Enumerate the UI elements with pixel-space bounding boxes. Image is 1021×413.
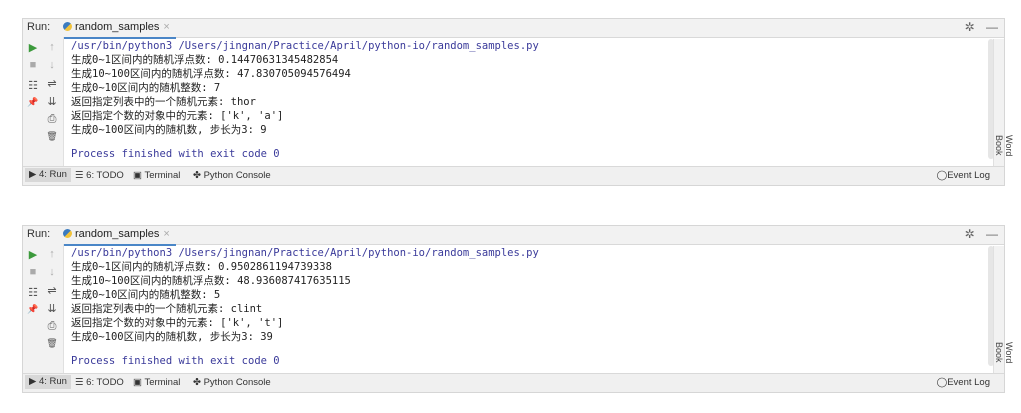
- console-line: 生成10~100区间内的随机浮点数: 47.830705094576494: [71, 68, 351, 80]
- python-file-icon: [63, 229, 72, 238]
- soft-wrap-icon[interactable]: ⇌: [45, 77, 59, 90]
- gear-icon[interactable]: ✲: [965, 227, 975, 241]
- tab-title: random_samples: [75, 21, 160, 33]
- run-toolbar: ▶ ↑ ■ ↓ ☷ ⇌ 📌 ⇊ ⎙ 🗑: [23, 37, 64, 167]
- event-log-label: Event Log: [947, 170, 990, 181]
- tab-terminal[interactable]: ▣ Terminal: [133, 377, 180, 388]
- run-panel-1: Run: random_samples × ✲ — ▶ ↑ ■ ↓ ☷ ⇌ 📌 ⇊…: [22, 18, 1014, 186]
- console-line: 生成0~1区间内的随机浮点数: 0.14470631345482854: [71, 54, 339, 66]
- minimize-icon[interactable]: —: [986, 227, 998, 241]
- gear-icon[interactable]: ✲: [965, 20, 975, 34]
- word-book-sidebar[interactable]: Word Book: [993, 246, 1014, 374]
- tab-todo[interactable]: ☰ 6: TODO: [75, 377, 124, 388]
- stop-icon[interactable]: ■: [26, 266, 40, 278]
- print-icon[interactable]: ⎙: [45, 320, 59, 333]
- console-line: 返回指定列表中的一个随机元素: clint: [71, 303, 263, 315]
- console-line: 返回指定个数的对象中的元素: ['k', 't']: [71, 317, 284, 329]
- word-book-label: Word Book: [994, 135, 1014, 157]
- console-line: 生成0~10区间内的随机整数: 5: [71, 289, 221, 301]
- process-finished-line: Process finished with exit code 0: [71, 355, 280, 367]
- tab-run[interactable]: ▶ 4: Run: [25, 168, 71, 182]
- close-icon[interactable]: ×: [163, 228, 169, 240]
- up-arrow-icon[interactable]: ↑: [45, 248, 59, 260]
- run-panel-header: Run: random_samples × ✲ —: [23, 226, 1004, 246]
- run-toolbar: ▶ ↑ ■ ↓ ☷ ⇌ 📌 ⇊ ⎙ 🗑: [23, 244, 64, 374]
- run-panel-2: Run: random_samples × ✲ — ▶ ↑ ■ ↓ ☷ ⇌ 📌 ⇊…: [22, 225, 1014, 393]
- down-arrow-icon[interactable]: ↓: [45, 59, 59, 71]
- run-label: Run:: [27, 21, 51, 33]
- run-label: Run:: [27, 228, 51, 240]
- scroll-to-end-icon[interactable]: ⇊: [45, 302, 59, 315]
- python-file-icon: [63, 22, 72, 31]
- tab-run[interactable]: ▶ 4: Run: [25, 375, 71, 389]
- event-log-button[interactable]: ◯Event Log: [937, 377, 990, 388]
- print-icon[interactable]: ⎙: [45, 113, 59, 126]
- pin-icon[interactable]: 📌: [26, 304, 40, 315]
- tab-terminal[interactable]: ▣ Terminal: [133, 170, 180, 181]
- tab-title: random_samples: [75, 228, 160, 240]
- tool-window-bar: ▶ 4: Run ☰ 6: TODO ▣ Terminal ✤ Python C…: [23, 166, 1004, 185]
- word-book-sidebar[interactable]: Word Book: [993, 39, 1014, 167]
- header-actions: ✲ —: [957, 227, 998, 241]
- tab-python-console[interactable]: ✤ Python Console: [193, 170, 271, 181]
- console-output[interactable]: /usr/bin/python3 /Users/jingnan/Practice…: [71, 39, 980, 167]
- word-book-label: Word Book: [994, 342, 1014, 364]
- tab-random-samples[interactable]: random_samples ×: [57, 19, 176, 39]
- console-line: 返回指定列表中的一个随机元素: thor: [71, 96, 256, 108]
- console-output[interactable]: /usr/bin/python3 /Users/jingnan/Practice…: [71, 246, 980, 374]
- layout-icon[interactable]: ☷: [26, 286, 40, 299]
- console-line: 生成0~100区间内的随机数, 步长为3: 39: [71, 331, 273, 343]
- layout-icon[interactable]: ☷: [26, 79, 40, 92]
- scroll-to-end-icon[interactable]: ⇊: [45, 95, 59, 108]
- minimize-icon[interactable]: —: [986, 20, 998, 34]
- tab-todo[interactable]: ☰ 6: TODO: [75, 170, 124, 181]
- tab-random-samples[interactable]: random_samples ×: [57, 226, 176, 246]
- console-command-line: /usr/bin/python3 /Users/jingnan/Practice…: [71, 247, 539, 259]
- console-line: 生成0~100区间内的随机数, 步长为3: 9: [71, 124, 267, 136]
- soft-wrap-icon[interactable]: ⇌: [45, 284, 59, 297]
- pin-icon[interactable]: 📌: [26, 97, 40, 108]
- header-actions: ✲ —: [957, 20, 998, 34]
- console-line: 返回指定个数的对象中的元素: ['k', 'a']: [71, 110, 284, 122]
- console-line: 生成0~10区间内的随机整数: 7: [71, 82, 221, 94]
- stop-icon[interactable]: ■: [26, 59, 40, 71]
- up-arrow-icon[interactable]: ↑: [45, 41, 59, 53]
- event-log-button[interactable]: ◯Event Log: [937, 170, 990, 181]
- trash-icon[interactable]: 🗑: [45, 338, 59, 349]
- tool-window-bar: ▶ 4: Run ☰ 6: TODO ▣ Terminal ✤ Python C…: [23, 373, 1004, 392]
- rerun-icon[interactable]: ▶: [26, 41, 40, 54]
- close-icon[interactable]: ×: [163, 21, 169, 33]
- tab-python-console[interactable]: ✤ Python Console: [193, 377, 271, 388]
- event-log-label: Event Log: [947, 377, 990, 388]
- down-arrow-icon[interactable]: ↓: [45, 266, 59, 278]
- rerun-icon[interactable]: ▶: [26, 248, 40, 261]
- run-panel-header: Run: random_samples × ✲ —: [23, 19, 1004, 39]
- console-line: 生成10~100区间内的随机浮点数: 48.936087417635115: [71, 275, 351, 287]
- process-finished-line: Process finished with exit code 0: [71, 148, 280, 160]
- trash-icon[interactable]: 🗑: [45, 131, 59, 142]
- console-line: 生成0~1区间内的随机浮点数: 0.9502861194739338: [71, 261, 332, 273]
- console-command-line: /usr/bin/python3 /Users/jingnan/Practice…: [71, 40, 539, 52]
